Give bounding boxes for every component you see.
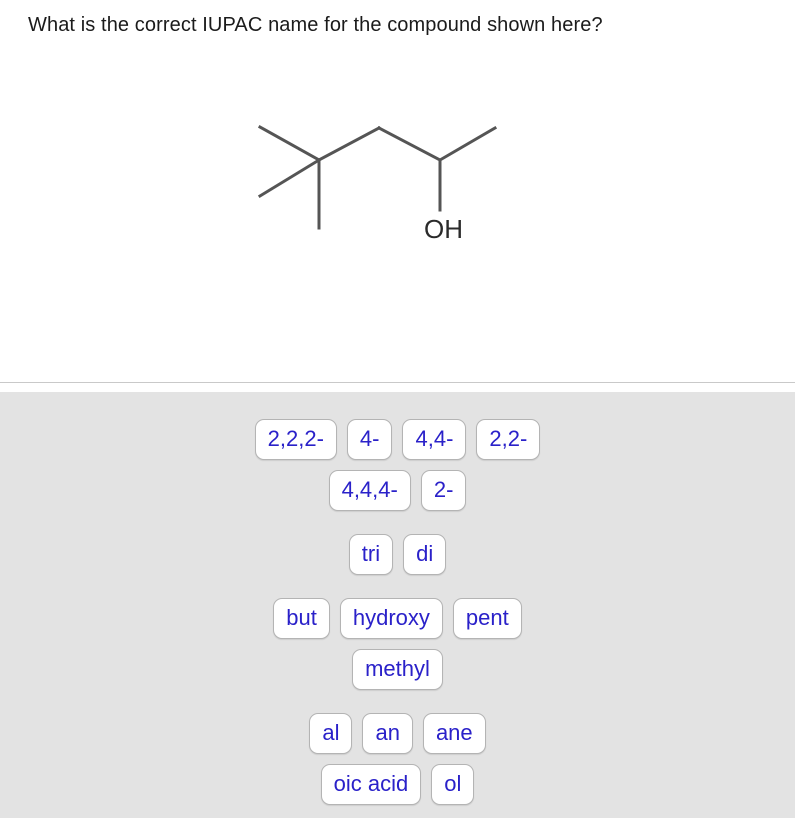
answer-tile-an[interactable]: an <box>362 713 413 754</box>
answer-tile-ane[interactable]: ane <box>422 713 486 754</box>
answer-tile-4-4[interactable]: 4,4- <box>402 419 467 460</box>
tile-row: but hydroxy pent <box>0 598 795 639</box>
bond-c2-c1 <box>437 125 498 163</box>
bond-methyl-upper-left <box>257 124 322 163</box>
bond-c4-c3 <box>316 125 382 163</box>
tile-row: al an ane <box>0 713 795 754</box>
hydroxyl-label: OH <box>424 214 463 244</box>
tile-row: tri di <box>0 534 795 575</box>
question-prompt: What is the correct IUPAC name for the c… <box>28 14 603 36</box>
answer-tile-bank: 2,2,2- 4- 4,4- 2,2- 4,4,4- 2- tri di but… <box>0 392 795 818</box>
answer-tile-2-2-2[interactable]: 2,2,2- <box>254 419 337 460</box>
answer-tile-pent[interactable]: pent <box>452 598 522 639</box>
answer-tile-4[interactable]: 4- <box>346 419 393 460</box>
answer-tile-ol[interactable]: ol <box>431 764 475 805</box>
tile-row: methyl <box>0 649 795 690</box>
panel-divider <box>0 382 795 383</box>
bond-c3-c2 <box>376 125 443 163</box>
bond-methyl-lower-left <box>257 157 322 199</box>
tile-row: oic acid ol <box>0 764 795 805</box>
answer-tile-oic-acid[interactable]: oic acid <box>320 764 422 805</box>
answer-tile-al[interactable]: al <box>309 713 353 754</box>
answer-tile-di[interactable]: di <box>403 534 447 575</box>
answer-tile-hydroxy[interactable]: hydroxy <box>339 598 443 639</box>
molecule-structure-figure: OH <box>240 100 530 260</box>
answer-tile-tri[interactable]: tri <box>348 534 394 575</box>
answer-tile-methyl[interactable]: methyl <box>352 649 443 690</box>
skeletal-structure-diagram: OH <box>257 124 498 244</box>
answer-tile-but[interactable]: but <box>273 598 330 639</box>
answer-tile-2[interactable]: 2- <box>420 470 467 511</box>
answer-tile-4-4-4[interactable]: 4,4,4- <box>328 470 411 511</box>
tile-row: 4,4,4- 2- <box>0 470 795 511</box>
tile-row: 2,2,2- 4- 4,4- 2,2- <box>0 419 795 460</box>
answer-tile-2-2[interactable]: 2,2- <box>476 419 541 460</box>
bond-lines <box>257 124 498 230</box>
question-panel: What is the correct IUPAC name for the c… <box>0 0 795 383</box>
